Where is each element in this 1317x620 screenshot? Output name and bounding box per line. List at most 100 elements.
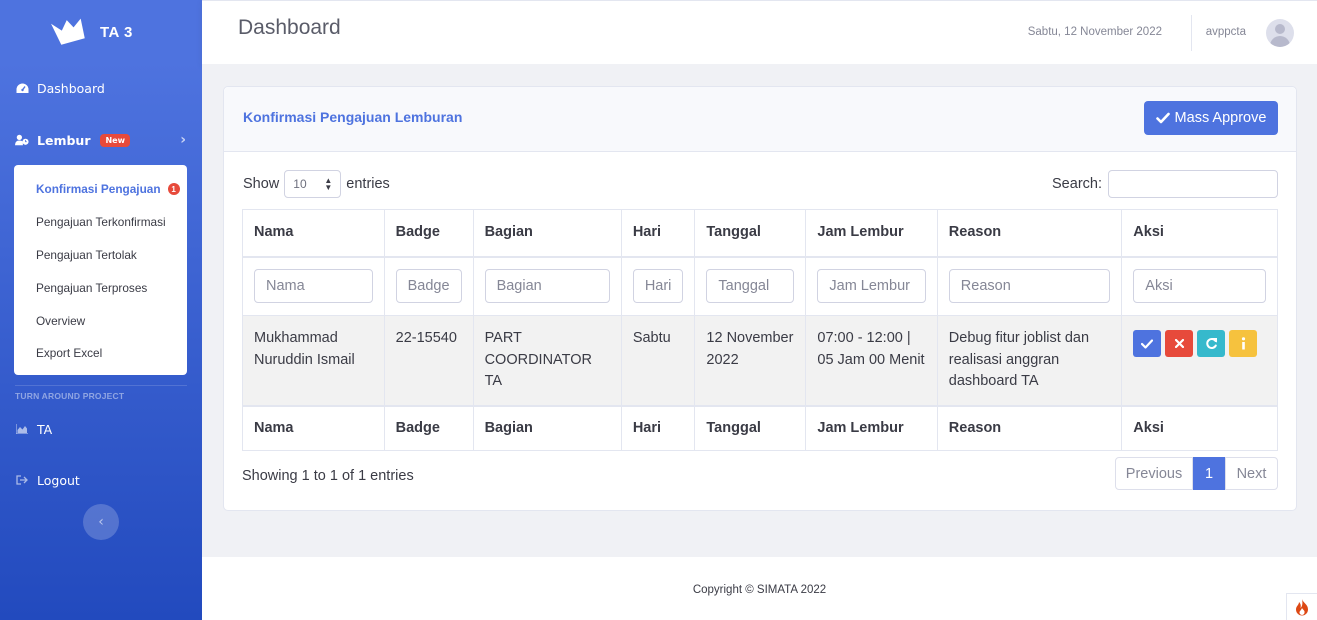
sidebar-toggle-button[interactable]: ‹ [83,504,119,540]
check-icon [1155,112,1170,124]
footer-badge: Badge [383,404,474,451]
footer-aksi: Aksi [1121,404,1278,451]
info-icon [1241,337,1245,350]
submenu-item-pengajuan-tertolak[interactable]: Pengajuan Tertolak [14,239,187,272]
entries-length-value: 10 [293,177,307,191]
debug-toolbar-toggle[interactable] [1286,593,1317,620]
approve-button[interactable] [1133,330,1162,357]
flame-icon [1296,598,1308,615]
sidebar-item-ta[interactable]: TA [0,405,202,453]
cell-reason: Debug fitur joblist dan realisasi anggra… [936,315,1123,406]
brand-name: TA 3 [100,23,133,41]
times-icon [1174,339,1184,348]
sync-icon [1206,338,1217,349]
mass-approve-button[interactable]: Mass Approve [1144,101,1278,135]
table-row: Mukhammad Nuruddin Ismail 22-15540 PART … [242,315,1278,406]
page-title: Dashboard [238,16,341,39]
current-date: Sabtu, 12 November 2022 [1027,26,1162,38]
search-input[interactable] [1108,170,1278,198]
sidebar-item-dashboard[interactable]: Dashboard [0,64,202,112]
search-control: Search: [1052,170,1278,198]
footer-hari: Hari [620,404,696,451]
filter-input-reason[interactable]: Reason [948,268,1111,303]
sidebar-item-lembur[interactable]: Lembur New › [0,116,202,164]
next-page-button[interactable]: Next [1225,457,1278,490]
reject-button[interactable] [1165,330,1194,357]
filter-input-jam-lembur[interactable]: Jam Lembur [817,268,926,303]
cell-aksi [1121,315,1278,406]
column-header-reason[interactable]: Reason [936,209,1123,258]
submenu-item-overview[interactable]: Overview [14,304,187,337]
sidebar-item-logout[interactable]: Logout [0,456,202,504]
brand-logo-icon [51,18,85,45]
length-control: Show 10 ▲ ▼ entries [243,170,390,198]
sidebar-item-label: TA [37,421,53,437]
new-badge: New [100,133,130,147]
table-info: Showing 1 to 1 of 1 entries [242,468,414,484]
table-header-row: Nama Badge Bagian Hari Tanggal Jam Lembu… [242,209,1278,258]
pagination: Previous 1 Next [1115,457,1278,490]
count-badge: 1 [167,183,180,196]
sidebar-divider [15,385,187,386]
overtime-table: Nama Badge Bagian Hari Tanggal Jam Lembu… [242,209,1278,451]
submenu-item-pengajuan-terkonfirmasi[interactable]: Pengajuan Terkonfirmasi [14,206,187,239]
lembur-submenu: Konfirmasi Pengajuan 1 Pengajuan Terkonf… [14,165,187,375]
column-header-jam-lembur[interactable]: Jam Lembur [805,209,938,258]
submenu-item-export-excel[interactable]: Export Excel [14,337,187,370]
page-1-button[interactable]: 1 [1193,457,1225,490]
filter-input-aksi[interactable]: Aksi [1133,268,1266,303]
footer: Copyright © SIMATA 2022 [202,557,1317,620]
filter-input-badge[interactable]: Badge [395,268,462,303]
column-header-bagian[interactable]: Bagian [472,209,622,258]
datatable-controls: Show 10 ▲ ▼ entries Search: [243,170,1278,198]
cell-badge: 22-15540 [383,315,474,406]
column-header-hari[interactable]: Hari [620,209,696,258]
previous-page-button[interactable]: Previous [1115,457,1193,490]
submenu-item-pengajuan-terproses[interactable]: Pengajuan Terproses [14,271,187,304]
sidebar-item-label: Lembur [37,132,91,148]
footer-nama: Nama [242,404,385,451]
sign-out-icon [15,473,29,487]
column-header-badge[interactable]: Badge [383,209,474,258]
cell-bagian: PART COORDINATOR TA [472,315,622,406]
column-header-tanggal[interactable]: Tanggal [694,209,807,258]
cell-tanggal: 12 November 2022 [694,315,807,406]
filter-input-nama[interactable]: Nama [254,268,373,303]
topbar: Dashboard Sabtu, 12 November 2022 avppct… [202,0,1317,64]
select-arrows-icon: ▲ ▼ [324,176,333,192]
search-label: Search: [1052,176,1102,192]
avatar-body-shape [1270,36,1290,47]
avatar-head-shape [1275,24,1285,34]
cell-jam-lembur: 07:00 - 12:00 | 05 Jam 00 Menit [805,315,938,406]
sidebar: TA 3 Dashboard Lembur New › Konfirmasi P… [0,0,202,620]
tachometer-icon [15,81,29,95]
user-name[interactable]: avppcta [1206,26,1246,38]
show-label: Show [243,176,280,192]
avatar[interactable] [1266,19,1294,47]
footer-tanggal: Tanggal [694,404,807,451]
mass-approve-label: Mass Approve [1174,110,1267,126]
entries-label: entries [346,176,390,192]
user-clock-icon [15,133,29,147]
cell-nama: Mukhammad Nuruddin Ismail [242,315,385,406]
table-footer-row: Nama Badge Bagian Hari Tanggal Jam Lembu… [242,404,1278,451]
column-header-aksi[interactable]: Aksi [1121,209,1278,258]
filter-input-hari[interactable]: Hari [632,268,684,303]
filter-input-tanggal[interactable]: Tanggal [706,268,795,303]
submenu-item-konfirmasi-pengajuan[interactable]: Konfirmasi Pengajuan 1 [14,173,187,206]
refresh-button[interactable] [1197,330,1226,357]
info-button[interactable] [1229,330,1258,357]
sidebar-item-label: Logout [37,472,80,488]
sidebar-heading: TURN AROUND PROJECT [15,391,125,401]
footer-bagian: Bagian [472,404,622,451]
cell-hari: Sabtu [620,315,696,406]
row-actions [1133,328,1266,357]
column-header-nama[interactable]: Nama [242,209,385,258]
entries-length-select[interactable]: 10 ▲ ▼ [284,170,342,198]
filter-row: Nama Badge Bagian Hari Tanggal Jam Lembu… [242,256,1278,316]
sidebar-brand[interactable]: TA 3 [0,0,202,64]
filter-input-bagian[interactable]: Bagian [484,268,610,303]
card-header: Konfirmasi Pengajuan Lemburan Mass Appro… [224,87,1296,152]
chart-area-icon [15,422,29,436]
submenu-item-label: Konfirmasi Pengajuan [36,182,161,197]
